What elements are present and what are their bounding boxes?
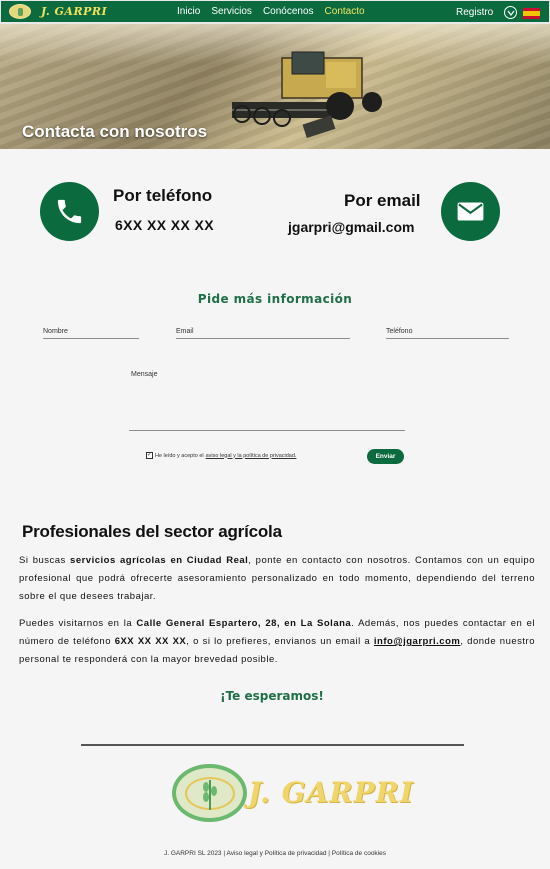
form-title: Pide más información [197, 292, 353, 306]
message-underline [129, 430, 405, 431]
spain-flag-icon[interactable] [523, 8, 540, 19]
email-field[interactable]: Email [176, 325, 350, 339]
footer-company: J. GARPRI SL 2023 [163, 850, 222, 857]
seal-icon [9, 4, 31, 19]
phone-icon [57, 199, 82, 224]
consent-checkbox[interactable]: ✓ [146, 452, 153, 459]
closing-message: ¡Te esperamos! [220, 689, 324, 703]
privacy-policy-link[interactable]: aviso legal y la política de privacidad. [206, 453, 297, 459]
info-email-link[interactable]: info@jgarpri.com [374, 636, 460, 647]
top-navbar: J. GARPRI Inicio Servicios Conócenos Con… [0, 0, 550, 24]
wheat-icon [203, 780, 217, 810]
footer-logo-text: J. GARPRI [248, 776, 414, 809]
brand-logo[interactable]: J. GARPRI [9, 4, 107, 19]
consent-row: ✓ He leído y acepto el aviso legal y la … [146, 452, 296, 459]
section-title: Profesionales del sector agrícola [22, 522, 282, 541]
register-link[interactable]: Registro [456, 7, 493, 18]
address-highlight: Calle General Espartero, 28, en La Solan… [136, 618, 352, 629]
phone-circle[interactable] [40, 182, 99, 241]
footer-legal-link[interactable]: Aviso legal y Política de privacidad [227, 850, 327, 857]
message-field[interactable]: Mensaje [131, 371, 157, 378]
send-button[interactable]: Enviar [367, 449, 404, 464]
phone-number[interactable]: 6XX XX XX XX [115, 217, 214, 233]
phone-highlight: 6XX XX XX XX [114, 636, 187, 647]
footer-cookies-link[interactable]: Política de cookies [332, 850, 386, 857]
mail-icon [457, 202, 484, 221]
divider [81, 744, 464, 746]
nav-link-conocenos[interactable]: Conócenos [263, 6, 314, 17]
consent-text: He leído y acepto el [155, 452, 204, 459]
hero-banner: Contacta con nosotros [0, 24, 550, 149]
nav-link-contacto[interactable]: Contacto [325, 6, 365, 17]
seal-logo-icon [172, 764, 247, 822]
brand-name: J. GARPRI [41, 5, 108, 18]
phone-field[interactable]: Teléfono [386, 325, 509, 339]
nav-link-inicio[interactable]: Inicio [177, 6, 200, 17]
services-highlight: servicios agrícolas en Ciudad Real [70, 555, 249, 566]
combine-harvester-image [232, 51, 382, 138]
main-nav: Inicio Servicios Conócenos Contacto [177, 6, 376, 17]
address-paragraph: Puedes visitarnos en la Calle General Es… [19, 618, 535, 665]
intro-paragraph: Si buscas servicios agrícolas en Ciudad … [19, 555, 536, 602]
dropdown-chevron-icon[interactable] [504, 6, 517, 19]
hero-title: Contacta con nosotros [22, 122, 208, 141]
email-title: Por email [344, 191, 421, 210]
footer-links: J. GARPRI SL 2023 | Aviso legal y Políti… [163, 850, 386, 857]
name-field[interactable]: Nombre [43, 325, 139, 339]
email-circle[interactable] [441, 182, 500, 241]
phone-title: Por teléfono [113, 186, 213, 205]
email-address[interactable]: jgarpri@gmail.com [288, 219, 414, 235]
footer-logo[interactable]: J. GARPRI [172, 764, 413, 822]
nav-link-servicios[interactable]: Servicios [211, 6, 252, 17]
